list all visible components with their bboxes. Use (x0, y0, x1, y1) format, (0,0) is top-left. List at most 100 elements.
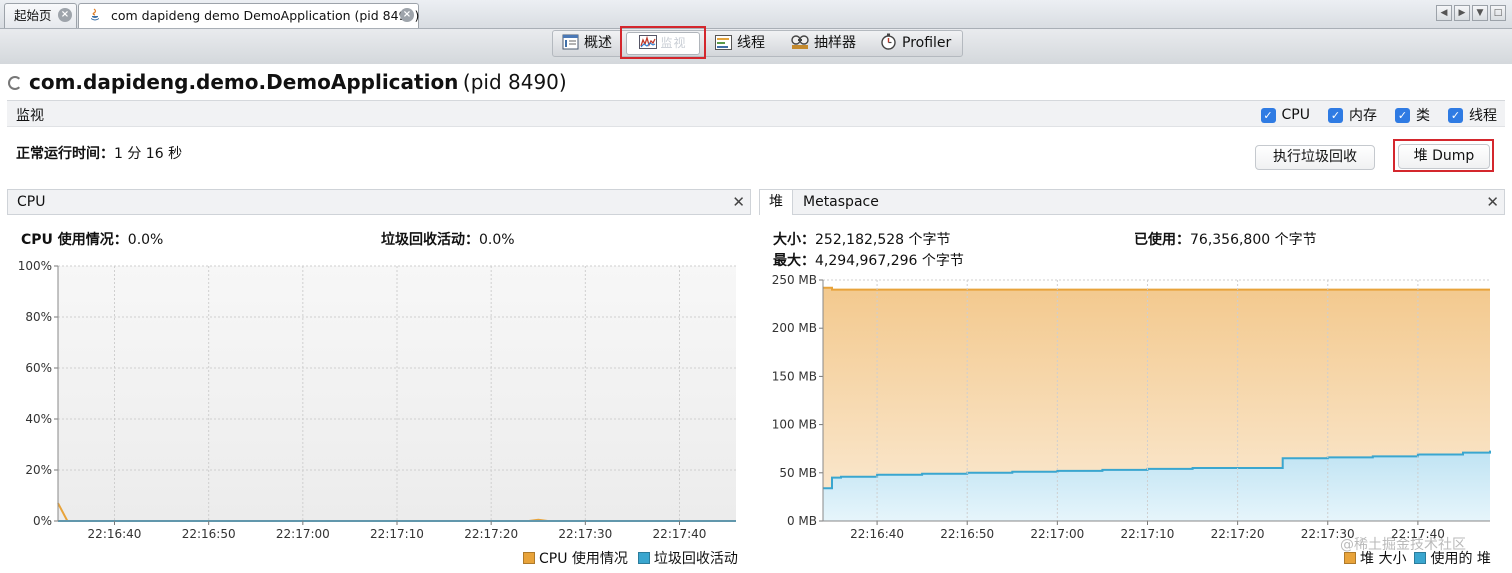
gc-activity-stat: 垃圾回收活动：0.0% (381, 229, 515, 249)
cpu-panel-header: CPU ✕ (7, 189, 751, 215)
heap-used-stat: 已使用：76,356,800 个字节 (1134, 229, 1317, 249)
legend-swatch (637, 552, 650, 564)
checkbox-cpu[interactable]: ✓ CPU (1260, 105, 1310, 125)
loading-spinner-icon (8, 76, 22, 90)
tab-monitor-label: 监视 (660, 36, 687, 50)
x-tick-label: 22:16:40 (88, 527, 142, 541)
gc-activity-label: 垃圾回收活动： (381, 232, 479, 248)
cpu-usage-value: 0.0% (127, 232, 164, 248)
maximize-icon[interactable]: □ (1490, 5, 1506, 21)
checkbox-classes[interactable]: ✓ 类 (1395, 105, 1430, 125)
y-tick-label: 80% (25, 310, 52, 324)
threads-icon (715, 35, 732, 50)
x-tick-label: 22:17:20 (1211, 527, 1265, 541)
dropdown-icon[interactable]: ▼ (1472, 5, 1488, 21)
view-toolbar: 概述 监视 线程 抽样器 Profiler (552, 30, 963, 57)
y-tick-label: 0 MB (787, 514, 817, 528)
monitor-chart-icon (639, 35, 658, 49)
stopwatch-icon (881, 33, 896, 50)
x-tick-label: 22:17:20 (464, 527, 518, 541)
x-tick-label: 22:16:50 (940, 527, 994, 541)
tab-monitor[interactable]: 监视 (626, 32, 700, 55)
y-tick-label: 150 MB (772, 369, 817, 383)
checkbox-label: CPU (1281, 107, 1310, 123)
uptime-value: 1 分 16 秒 (114, 146, 183, 162)
checkbox-threads[interactable]: ✓ 线程 (1448, 105, 1497, 125)
x-tick-label: 22:17:10 (370, 527, 424, 541)
checkbox-label: 内存 (1349, 108, 1377, 124)
checkbox-checked-icon[interactable]: ✓ (1260, 107, 1276, 123)
y-tick-label: 50 MB (779, 466, 817, 480)
monitor-section-label: 监视 (16, 108, 44, 124)
tab-start-page[interactable]: 起始页 × (4, 3, 77, 28)
heap-size-stat: 大小：252,182,528 个字节 (773, 229, 951, 249)
app-name: com.dapideng.demo.DemoApplication (29, 70, 459, 94)
document-tab-bar: 起始页 × com dapideng demo DemoApplication … (0, 0, 1512, 29)
watermark: @稀土掘金技术社区 (1340, 537, 1466, 553)
monitor-header: 监视 ✓ CPU ✓ 内存 ✓ 类 ✓ 线程 (7, 100, 1505, 127)
legend-label: CPU 使用情况 (539, 551, 628, 567)
checkbox-checked-icon[interactable]: ✓ (1328, 107, 1343, 123)
tab-threads-label: 线程 (737, 35, 765, 51)
heap-max-stat: 最大：4,294,967,296 个字节 (773, 250, 964, 270)
checkbox-checked-icon[interactable]: ✓ (1448, 107, 1463, 123)
tab-overview[interactable]: 概述 (562, 31, 612, 56)
scroll-right-icon[interactable]: ▶ (1454, 5, 1470, 21)
cpu-usage-label: CPU 使用情况： (21, 232, 128, 248)
checkbox-label: 类 (1416, 108, 1430, 124)
tab-label: com dapideng demo DemoApplication (pid 8… (110, 8, 420, 23)
heap-size-value: 252,182,528 个字节 (815, 232, 951, 248)
close-icon[interactable]: × (58, 8, 72, 22)
cpu-chart: 0% 20% 40% 60% 80% 100% 22:16:40 22:16:50 22:17:… (18, 259, 736, 541)
heap-used-value: 76,356,800 个字节 (1190, 232, 1317, 248)
tab-profiler-label: Profiler (902, 35, 952, 51)
x-tick-label: 22:16:50 (182, 527, 236, 541)
close-icon[interactable]: ✕ (1486, 193, 1499, 211)
cpu-usage-stat: CPU 使用情况：0.0% (21, 229, 163, 249)
x-tick-label: 22:17:00 (276, 527, 330, 541)
y-tick-label: 100 MB (772, 418, 817, 432)
tab-sampler[interactable]: 抽样器 (791, 31, 856, 56)
x-tick-label: 22:16:40 (850, 527, 904, 541)
heap-used-label: 已使用： (1134, 232, 1190, 248)
y-tick-label: 100% (18, 259, 52, 273)
monitor-checkboxes: ✓ CPU ✓ 内存 ✓ 类 ✓ 线程 (1243, 105, 1497, 125)
overview-icon (562, 34, 579, 50)
uptime-label: 正常运行时间： (16, 146, 114, 162)
x-tick-label: 22:17:30 (558, 527, 612, 541)
checkbox-memory[interactable]: ✓ 内存 (1328, 105, 1377, 125)
heap-panel-header: 堆 Metaspace ✕ (759, 189, 1505, 215)
y-tick-label: 0% (33, 514, 52, 528)
close-icon[interactable]: ✕ (732, 193, 745, 211)
uptime-row: 正常运行时间：1 分 16 秒 (16, 143, 182, 163)
java-icon (91, 8, 99, 21)
tab-threads[interactable]: 线程 (715, 31, 765, 56)
tab-sampler-label: 抽样器 (814, 35, 856, 51)
legend-label: 垃圾回收活动 (653, 551, 738, 567)
tab-overview-label: 概述 (584, 35, 612, 51)
gc-activity-value: 0.0% (479, 232, 515, 248)
close-icon[interactable]: × (400, 8, 414, 22)
y-tick-label: 200 MB (772, 321, 817, 335)
x-tick-label: 22:17:40 (653, 527, 707, 541)
perform-gc-button[interactable]: 执行垃圾回收 (1255, 145, 1375, 170)
tab-heap[interactable]: 堆 (760, 190, 793, 215)
legend-swatch (523, 552, 535, 564)
heap-chart: 0 MB 50 MB 100 MB 150 MB 200 MB 250 MB 22:16:4… (772, 273, 1491, 541)
y-tick-label: 60% (25, 361, 52, 375)
y-tick-label: 250 MB (772, 273, 817, 287)
checkbox-checked-icon[interactable]: ✓ (1395, 107, 1410, 123)
tab-metaspace[interactable]: Metaspace (794, 190, 888, 215)
x-tick-label: 22:17:10 (1121, 527, 1175, 541)
tab-profiler[interactable]: Profiler (880, 31, 951, 56)
cpu-chart-legend: CPU 使用情况 垃圾回收活动 (523, 548, 738, 568)
heap-max-value: 4,294,967,296 个字节 (815, 253, 964, 269)
application-title: com.dapideng.demo.DemoApplication (pid 8… (8, 70, 567, 96)
tab-demo-application[interactable]: com dapideng demo DemoApplication (pid 8… (78, 3, 419, 28)
sampler-icon (791, 35, 809, 49)
heap-dump-button[interactable]: 堆 Dump (1398, 144, 1490, 169)
heap-size-label: 大小： (773, 232, 815, 248)
scroll-left-icon[interactable]: ◀ (1436, 5, 1452, 21)
y-tick-label: 20% (25, 463, 52, 477)
heap-max-label: 最大： (773, 253, 815, 269)
